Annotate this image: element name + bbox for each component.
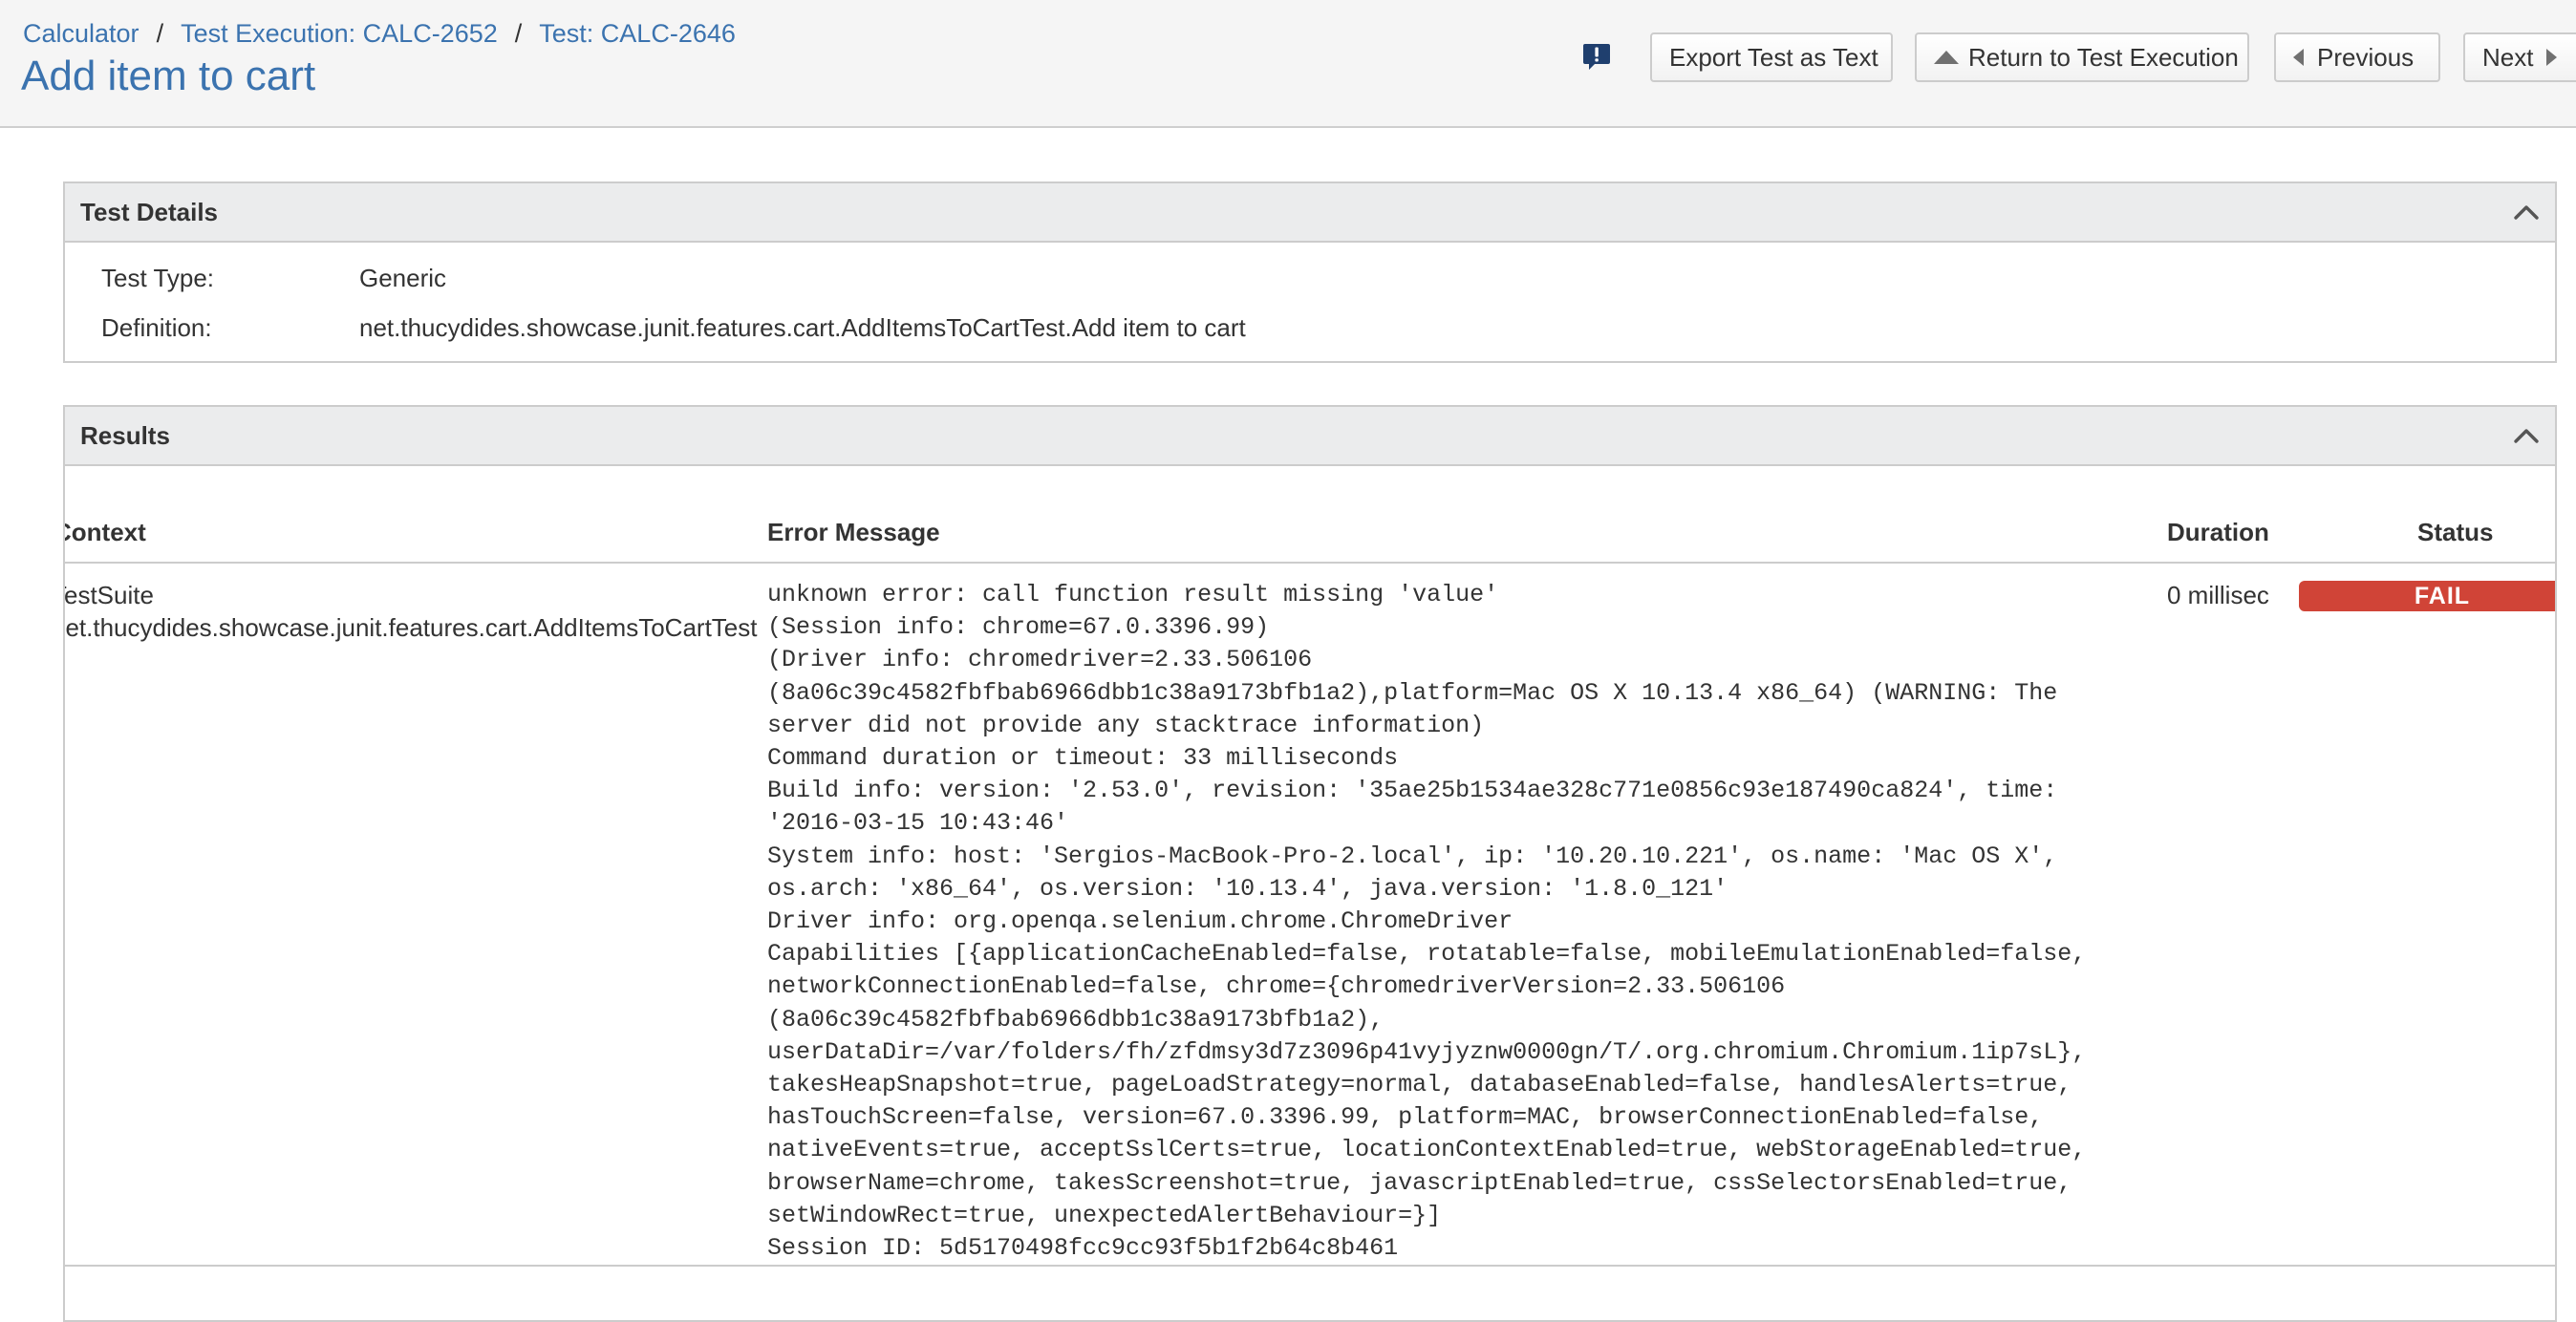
- breadcrumb-separator: /: [514, 19, 523, 48]
- triangle-right-icon: [2546, 49, 2558, 67]
- triangle-left-icon: [2293, 49, 2304, 67]
- column-header-context: Context: [65, 518, 146, 546]
- definition-label: Definition:: [101, 313, 212, 342]
- return-to-test-execution-button[interactable]: Return to Test Execution: [1915, 32, 2249, 82]
- definition-value: net.thucydides.showcase.junit.features.c…: [359, 313, 1246, 342]
- result-context-cell: TestSuite net.thucydides.showcase.junit.…: [63, 579, 778, 644]
- column-header-status: Status: [2417, 518, 2494, 546]
- export-button-label: Export Test as Text: [1669, 43, 1878, 72]
- export-test-as-text-button[interactable]: Export Test as Text: [1650, 32, 1893, 82]
- chevron-up-icon[interactable]: [2513, 426, 2540, 445]
- breadcrumb-execution-link[interactable]: Test Execution: CALC-2652: [181, 19, 498, 48]
- result-error-message: unknown error: call function result miss…: [767, 581, 2087, 1263]
- next-button[interactable]: Next: [2463, 32, 2576, 82]
- status-badge: FAIL: [2299, 581, 2555, 611]
- triangle-up-icon: [1934, 51, 1959, 65]
- results-table: Context Error Message Duration Status Te…: [63, 466, 2555, 1320]
- result-duration: 0 millisec: [2167, 581, 2269, 609]
- test-type-value: Generic: [359, 264, 447, 292]
- next-button-label: Next: [2482, 43, 2534, 72]
- breadcrumb-test-link[interactable]: Test: CALC-2646: [539, 19, 736, 48]
- breadcrumb: Calculator / Test Execution: CALC-2652 / Tes…: [23, 17, 736, 50]
- return-button-label: Return to Test Execution: [1968, 43, 2239, 72]
- test-details-header[interactable]: Test Details: [65, 183, 2555, 243]
- results-panel: Results Context Error Message Duration S…: [63, 405, 2557, 1322]
- test-details-panel: Test Details Test Type: Generic Definiti…: [63, 181, 2557, 363]
- context-suite: TestSuite: [64, 581, 154, 609]
- column-header-duration: Duration: [2167, 518, 2269, 546]
- chevron-up-icon[interactable]: [2513, 203, 2540, 222]
- test-details-title: Test Details: [80, 198, 219, 226]
- context-class: net.thucydides.showcase.junit.features.c…: [63, 613, 758, 642]
- previous-button-label: Previous: [2317, 43, 2415, 72]
- page-title: Add item to cart: [21, 53, 316, 99]
- test-type-label: Test Type:: [101, 264, 215, 292]
- results-header[interactable]: Results: [65, 407, 2555, 466]
- breadcrumb-separator: /: [156, 19, 164, 48]
- table-header-divider: [65, 562, 2555, 564]
- column-header-error-message: Error Message: [767, 518, 940, 546]
- table-row-divider: [65, 1265, 2555, 1267]
- feedback-exclamation-icon[interactable]: [1582, 42, 1611, 71]
- breadcrumb-project-link[interactable]: Calculator: [23, 19, 140, 48]
- previous-button[interactable]: Previous: [2274, 32, 2440, 82]
- results-title: Results: [80, 421, 170, 450]
- page-header: Calculator / Test Execution: CALC-2652 / Tes…: [0, 0, 2576, 128]
